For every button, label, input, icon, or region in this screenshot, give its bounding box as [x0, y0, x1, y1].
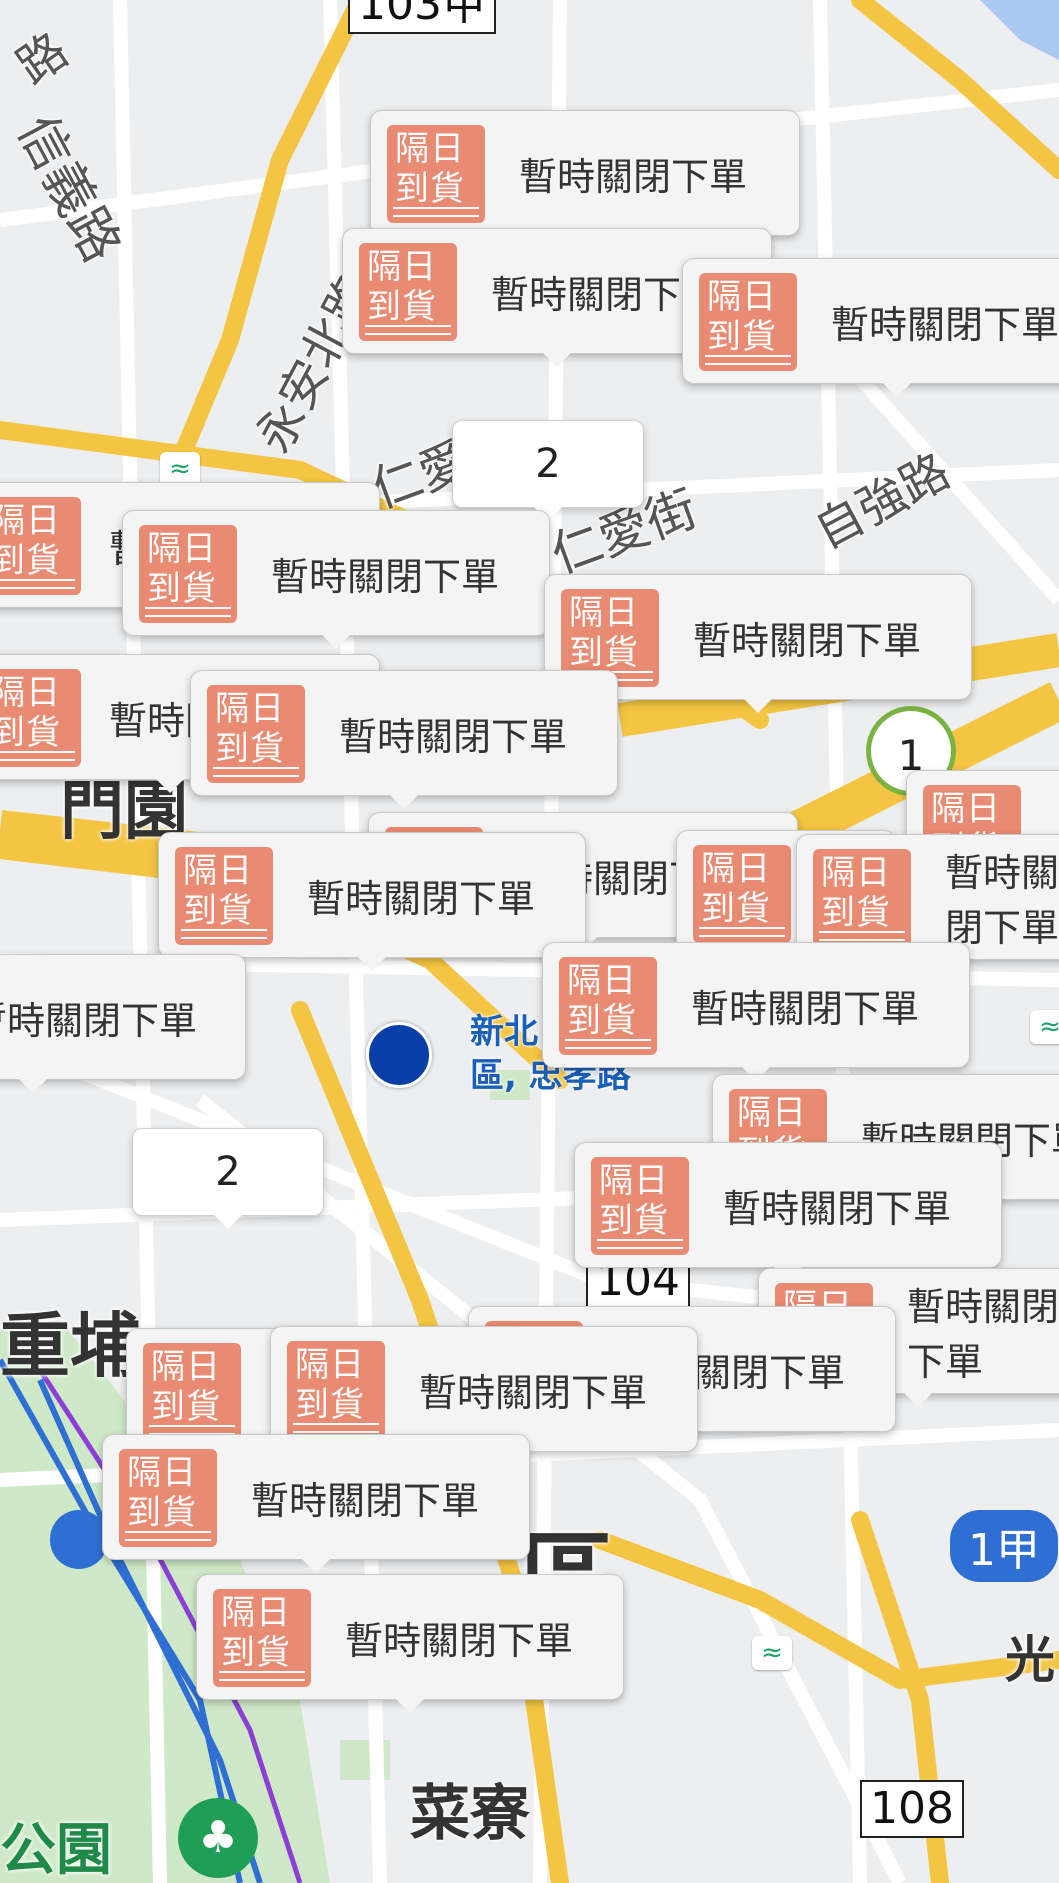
- store-marker[interactable]: 隔日到貨 暫時關閉下單: [102, 1434, 530, 1573]
- store-marker[interactable]: 隔日到貨 暫時關閉下單: [196, 1574, 624, 1713]
- park-tree-icon[interactable]: ♣: [178, 1798, 258, 1878]
- current-location-dot[interactable]: [366, 1022, 432, 1088]
- next-day-delivery-badge: 隔日到貨: [359, 243, 457, 341]
- highway-shield-left: [50, 1510, 108, 1569]
- next-day-delivery-badge: 隔日到貨: [387, 125, 485, 223]
- road-shield-103: 103甲: [348, 0, 496, 34]
- store-marker[interactable]: 隔日到貨 暫時關閉下單: [574, 1142, 1002, 1281]
- map-view[interactable]: 信義路 永安北路 仁愛街 仁愛街 自強路 路 門園 重埔 區 菜寮 公園 光 1…: [0, 0, 1059, 1883]
- next-day-delivery-badge: 隔日到貨: [693, 845, 791, 943]
- next-day-delivery-badge: 隔日到貨: [207, 685, 305, 783]
- metro-station-icon[interactable]: ≈: [752, 1636, 792, 1670]
- cluster-marker[interactable]: 2: [132, 1128, 324, 1229]
- next-day-delivery-badge: 隔日到貨: [213, 1589, 311, 1687]
- store-marker[interactable]: 隔日到貨 暫時關閉下單: [190, 670, 618, 809]
- next-day-delivery-badge: 隔日到貨: [143, 1343, 241, 1441]
- next-day-delivery-badge: 隔日到貨: [813, 849, 911, 947]
- next-day-delivery-badge: 隔日到貨: [559, 957, 657, 1055]
- district-label-caiiao: 菜寮: [410, 1779, 530, 1849]
- next-day-delivery-badge: 隔日到貨: [699, 273, 797, 371]
- next-day-delivery-badge: 隔日到貨: [287, 1341, 385, 1439]
- next-day-delivery-badge: 隔日到貨: [591, 1157, 689, 1255]
- road-shield-108: 108: [860, 1780, 964, 1838]
- next-day-delivery-badge: 隔日到貨: [175, 847, 273, 945]
- next-day-delivery-badge: 隔日到貨: [119, 1449, 217, 1547]
- store-marker[interactable]: 暫時關閉下單: [0, 954, 246, 1093]
- store-marker[interactable]: 隔日到貨 暫時關閉下單: [542, 942, 970, 1081]
- store-marker[interactable]: 隔日到貨 暫時關閉下單: [122, 510, 550, 649]
- next-day-delivery-badge: 隔日到貨: [0, 497, 81, 595]
- store-marker[interactable]: 隔日到貨 暫時關閉下單: [370, 110, 800, 249]
- store-marker[interactable]: 隔日到貨 暫時關閉下單: [682, 258, 1059, 397]
- district-label-guang: 光: [1005, 1631, 1055, 1689]
- district-label-sanchong: 重埔: [0, 1305, 140, 1387]
- metro-station-icon[interactable]: ≈: [1030, 1010, 1059, 1044]
- next-day-delivery-badge: 隔日到貨: [139, 525, 237, 623]
- highway-shield-1: 1甲: [950, 1510, 1058, 1582]
- district-label-park: 公園: [0, 1818, 112, 1883]
- next-day-delivery-badge: 隔日到貨: [0, 669, 81, 767]
- metro-station-icon[interactable]: ≈: [160, 452, 200, 486]
- store-marker[interactable]: 隔日到貨 暫時關閉下單: [158, 832, 586, 971]
- cluster-marker[interactable]: 2: [452, 420, 644, 521]
